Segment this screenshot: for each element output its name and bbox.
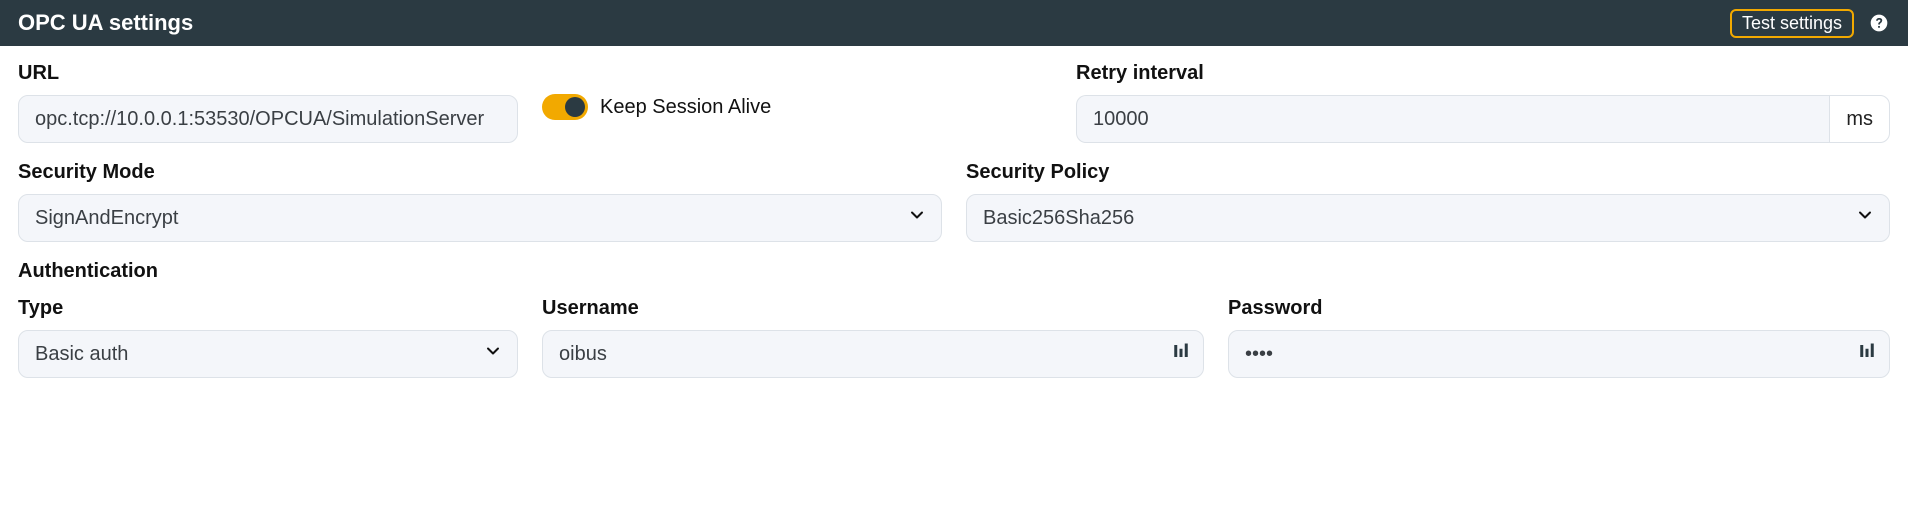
auth-type-value: Basic auth <box>35 343 128 366</box>
chevron-down-icon <box>483 341 503 367</box>
retry-interval-input[interactable] <box>1076 95 1829 143</box>
password-label: Password <box>1228 297 1890 320</box>
test-settings-button[interactable]: Test settings <box>1730 9 1854 38</box>
username-input[interactable] <box>542 330 1204 378</box>
authentication-heading: Authentication <box>18 260 1890 283</box>
security-mode-value: SignAndEncrypt <box>35 207 178 230</box>
panel-header: OPC UA settings Test settings <box>0 0 1908 46</box>
password-input[interactable] <box>1228 330 1890 378</box>
auth-type-select[interactable]: Basic auth <box>18 330 518 378</box>
security-policy-label: Security Policy <box>966 161 1890 184</box>
security-mode-label: Security Mode <box>18 161 942 184</box>
retry-interval-label: Retry interval <box>1076 62 1890 85</box>
security-policy-select[interactable]: Basic256Sha256 <box>966 194 1890 242</box>
panel-title: OPC UA settings <box>18 10 1730 36</box>
help-icon[interactable] <box>1868 12 1890 34</box>
security-policy-value: Basic256Sha256 <box>983 207 1134 230</box>
panel-content: URL Keep Session Alive Retry interval ms… <box>0 46 1908 402</box>
username-label: Username <box>542 297 1204 320</box>
chevron-down-icon <box>1855 205 1875 231</box>
keep-session-label: Keep Session Alive <box>600 96 771 119</box>
keep-session-toggle[interactable] <box>542 94 588 120</box>
auth-type-label: Type <box>18 297 518 320</box>
retry-interval-unit: ms <box>1829 95 1890 143</box>
url-label: URL <box>18 62 518 85</box>
chevron-down-icon <box>907 205 927 231</box>
toggle-knob <box>565 97 585 117</box>
url-input[interactable] <box>18 95 518 143</box>
security-mode-select[interactable]: SignAndEncrypt <box>18 194 942 242</box>
